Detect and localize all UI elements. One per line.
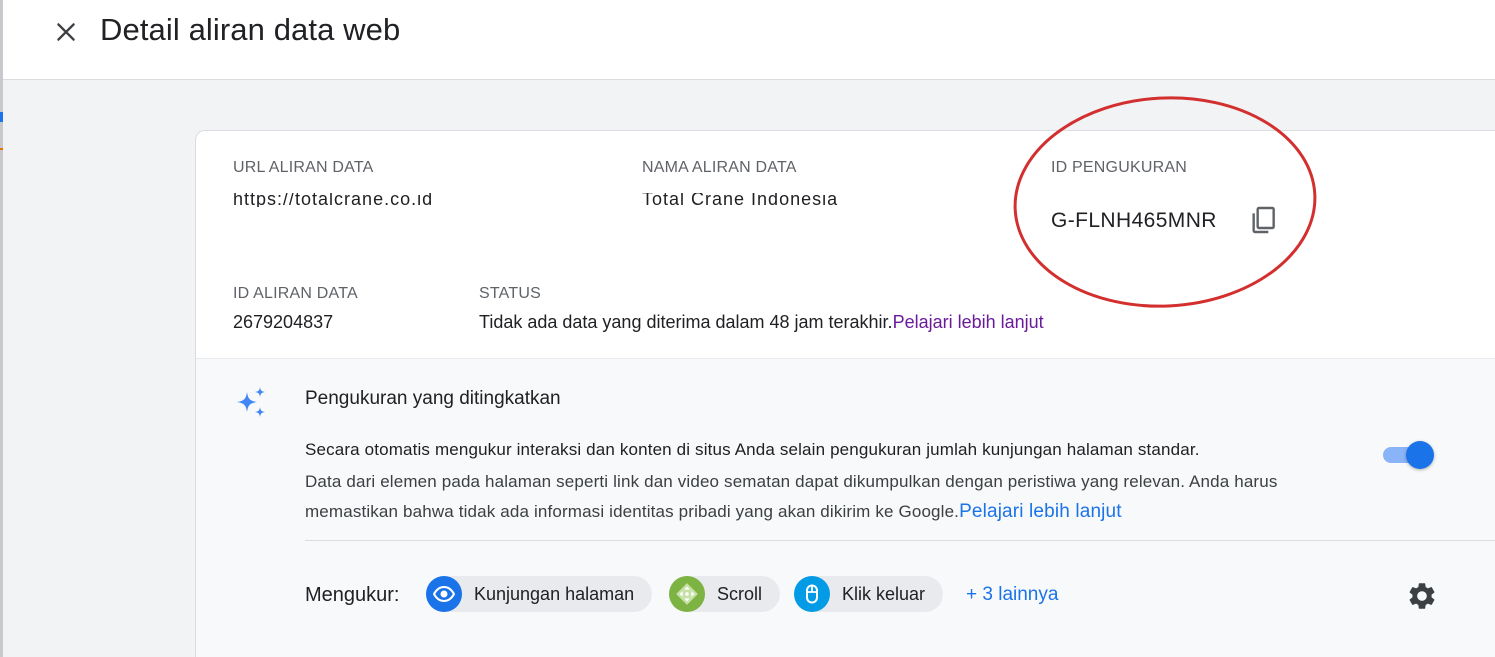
status-message: Tidak ada data yang diterima dalam 48 ja…: [479, 312, 893, 332]
settings-button[interactable]: [1404, 578, 1440, 614]
copy-icon: [1252, 206, 1275, 234]
enhanced-measurement-description: Data dari elemen pada halaman seperti li…: [305, 467, 1365, 527]
url-label: URL ALIRAN DATA: [233, 159, 374, 176]
enhanced-learn-more-link[interactable]: Pelajari lebih lanjut: [959, 501, 1122, 522]
status-label: STATUS: [479, 285, 541, 302]
divider: [305, 540, 1495, 541]
left-edge-strip: [0, 0, 3, 657]
status-text: Tidak ada data yang diterima dalam 48 ja…: [479, 312, 1044, 333]
measurement-id-value[interactable]: G-FLNH465MNR: [1051, 209, 1217, 233]
stream-id-label: ID ALIRAN DATA: [233, 285, 358, 302]
copy-button[interactable]: [1245, 202, 1281, 238]
edge-accent-blue: [0, 112, 3, 122]
move-arrows-icon: [669, 576, 705, 612]
enhanced-measurement-title: Pengukuran yang ditingkatkan: [305, 388, 561, 409]
enhanced-measurement-description-text: Data dari elemen pada halaman seperti li…: [305, 472, 1278, 521]
stream-name-label: NAMA ALIRAN DATA: [642, 159, 797, 176]
chip-scroll[interactable]: Scroll: [669, 576, 781, 612]
sparkle-icon: [237, 387, 265, 417]
enhanced-measurement-toggle[interactable]: [1381, 439, 1437, 471]
page-title: Detail aliran data web: [100, 12, 401, 47]
gear-icon: [1409, 583, 1435, 609]
chip-label: Kunjungan halaman: [474, 583, 635, 604]
more-events-link[interactable]: + 3 lainnya: [966, 584, 1058, 606]
panel-header: Detail aliran data web: [3, 0, 1495, 80]
chip-outbound-clicks[interactable]: Klik keluar: [794, 576, 944, 612]
measurement-id-label: ID PENGUKURAN: [1051, 159, 1187, 176]
status-learn-more-link[interactable]: Pelajari lebih lanjut: [893, 312, 1044, 332]
mouse-icon: [794, 576, 830, 612]
url-value[interactable]: https://totalcrane.co.id: [233, 193, 478, 207]
close-icon: [57, 23, 75, 41]
enhanced-measurement-summary: Secara otomatis mengukur interaksi dan k…: [305, 440, 1200, 459]
enhanced-measurement-section: Pengukuran yang ditingkatkan Secara otom…: [196, 358, 1495, 657]
measure-label: Mengukur:: [305, 584, 400, 606]
chip-page-views[interactable]: Kunjungan halaman: [426, 576, 653, 612]
stream-name-value: Total Crane Indonesia: [642, 193, 839, 207]
eye-icon: [426, 576, 462, 612]
stream-id-value[interactable]: 2679204837: [233, 312, 333, 333]
edge-accent-orange: [0, 148, 3, 150]
close-button[interactable]: [47, 13, 85, 51]
chip-label: Klik keluar: [842, 583, 926, 604]
stream-details-card: URL ALIRAN DATA https://totalcrane.co.id…: [195, 130, 1495, 657]
toggle-thumb: [1406, 441, 1434, 469]
chip-label: Scroll: [717, 583, 763, 604]
